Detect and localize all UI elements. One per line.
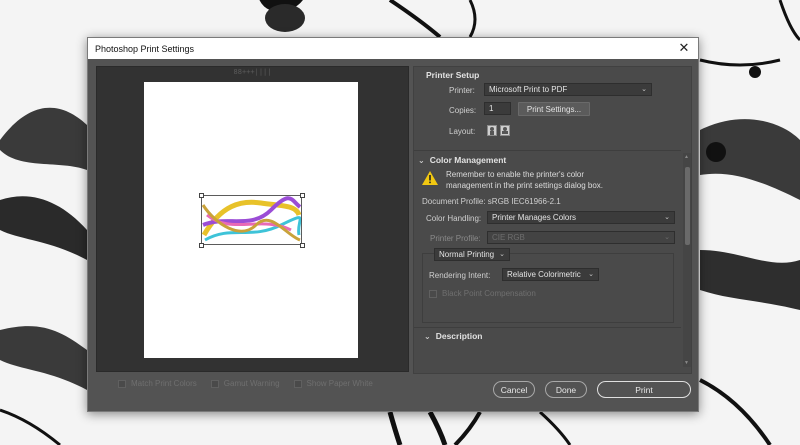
warning-line-2: management in the print settings dialog … — [446, 181, 603, 190]
landscape-layout-icon[interactable] — [500, 125, 510, 136]
printer-value: Microsoft Print to PDF — [489, 85, 568, 94]
preview-ruler: 88+++|||| — [233, 68, 272, 76]
checkbox-label: Match Print Colors — [131, 379, 197, 388]
portrait-layout-icon[interactable] — [487, 125, 497, 136]
dialog-titlebar: Photoshop Print Settings ✕ — [88, 38, 698, 59]
printer-label: Printer: — [449, 86, 475, 95]
chevron-down-icon: ⌄ — [664, 234, 670, 241]
warning-line-1: Remember to enable the printer's color — [446, 170, 585, 179]
show-paper-white-checkbox[interactable]: Show Paper White — [293, 379, 373, 388]
done-button[interactable]: Done — [545, 381, 587, 398]
scroll-down-icon[interactable]: ▼ — [684, 360, 689, 366]
black-point-compensation-checkbox[interactable]: Black Point Compensation — [429, 289, 536, 298]
settings-panel: Printer Setup Printer: Microsoft Print t… — [413, 66, 692, 374]
chevron-down-icon: ⌄ — [424, 331, 431, 341]
printer-profile-value: CIE RGB — [492, 233, 525, 242]
dialog-title: Photoshop Print Settings — [95, 43, 195, 54]
chevron-down-icon: ⌄ — [418, 155, 425, 165]
warning-icon — [422, 171, 438, 185]
copies-label: Copies: — [449, 106, 477, 115]
rendering-intent-label: Rendering Intent: — [429, 271, 491, 280]
scroll-up-icon[interactable]: ▲ — [684, 154, 689, 160]
layout-label: Layout: — [449, 127, 476, 136]
checkbox-label: Show Paper White — [306, 379, 373, 388]
rendering-intent-value: Relative Colorimetric — [507, 270, 581, 279]
checkbox-label: Gamut Warning — [223, 379, 280, 388]
section-divider — [414, 327, 681, 328]
preview-artwork[interactable] — [201, 195, 302, 245]
normal-printing-dropdown[interactable]: Normal Printing ⌄ — [434, 248, 510, 261]
settings-scrollbar[interactable]: ▲ ▼ — [683, 153, 691, 367]
rendering-group — [422, 253, 674, 323]
preview-options: Match Print Colors Gamut Warning Show Pa… — [118, 379, 373, 388]
printer-dropdown[interactable]: Microsoft Print to PDF ⌄ — [484, 83, 652, 96]
chevron-down-icon: ⌄ — [499, 251, 505, 258]
printer-profile-dropdown[interactable]: CIE RGB ⌄ — [487, 231, 675, 244]
preview-paper — [144, 82, 358, 358]
copies-input[interactable]: 1 — [484, 102, 511, 115]
gamut-warning-checkbox[interactable]: Gamut Warning — [210, 379, 280, 388]
normal-printing-value: Normal Printing — [439, 250, 495, 259]
resize-handle[interactable] — [300, 243, 305, 248]
section-title: Printer Setup — [426, 70, 480, 80]
description-header[interactable]: ⌄ Description — [424, 331, 482, 341]
print-settings-button[interactable]: Print Settings... — [518, 102, 590, 116]
color-handling-label: Color Handling: — [426, 214, 482, 223]
document-profile: Document Profile: sRGB IEC61966-2.1 — [422, 197, 561, 206]
resize-handle[interactable] — [300, 193, 305, 198]
match-print-colors-checkbox[interactable]: Match Print Colors — [118, 379, 197, 388]
color-handling-dropdown[interactable]: Printer Manages Colors ⌄ — [487, 211, 675, 224]
resize-handle[interactable] — [199, 193, 204, 198]
printer-setup-header: Printer Setup — [426, 70, 479, 80]
color-handling-value: Printer Manages Colors — [492, 213, 577, 222]
cancel-button[interactable]: Cancel — [493, 381, 535, 398]
print-preview: 88+++|||| — [96, 66, 409, 372]
print-button[interactable]: Print — [597, 381, 691, 398]
close-icon[interactable]: ✕ — [678, 41, 690, 54]
section-divider — [414, 150, 681, 151]
chevron-down-icon: ⌄ — [664, 214, 670, 221]
scroll-thumb[interactable] — [685, 167, 690, 245]
section-title: Color Management — [429, 155, 507, 165]
print-settings-dialog: Photoshop Print Settings ✕ 88+++|||| Mat… — [87, 37, 699, 412]
printer-profile-label: Printer Profile: — [430, 234, 481, 243]
chevron-down-icon: ⌄ — [641, 86, 647, 93]
rendering-intent-dropdown[interactable]: Relative Colorimetric ⌄ — [502, 268, 599, 281]
checkbox-label: Black Point Compensation — [442, 289, 536, 298]
section-title: Description — [435, 331, 483, 341]
color-management-header[interactable]: ⌄ Color Management — [418, 155, 506, 165]
chevron-down-icon: ⌄ — [588, 271, 594, 278]
resize-handle[interactable] — [199, 243, 204, 248]
